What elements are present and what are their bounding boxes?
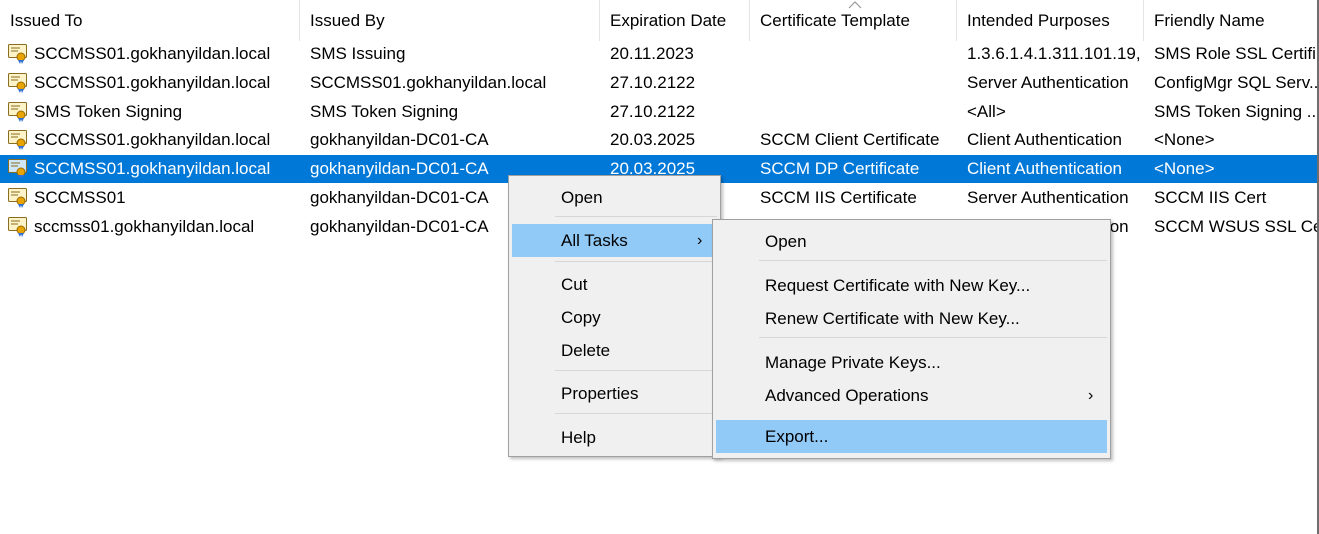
cell-intended-purposes: <All> xyxy=(967,102,1006,121)
submenu-item-open[interactable]: Open xyxy=(716,225,1107,258)
submenu-item-manage-private-keys[interactable]: Manage Private Keys... xyxy=(716,346,1107,379)
context-menu: Open All Tasks › Cut Copy Delete Propert… xyxy=(508,175,721,457)
chevron-right-icon: › xyxy=(697,232,703,249)
cell-expiration-date: 20.11.2023 xyxy=(610,44,694,63)
cell-issued-by: gokhanyildan-DC01-CA xyxy=(310,130,489,149)
certificate-icon xyxy=(8,159,27,179)
menu-item-cut[interactable]: Cut xyxy=(512,268,717,301)
cell-certificate-template xyxy=(760,69,957,97)
menu-item-help[interactable]: Help xyxy=(512,421,717,454)
cell-friendly-name: <None> xyxy=(1154,159,1215,178)
menu-item-open[interactable]: Open xyxy=(512,181,717,214)
cell-issued-to: SCCMSS01.gokhanyildan.local xyxy=(34,159,271,178)
cell-issued-by: SCCMSS01.gokhanyildan.local xyxy=(310,73,547,92)
menu-item-properties[interactable]: Properties xyxy=(512,377,717,410)
menu-separator xyxy=(555,370,717,371)
menu-item-delete[interactable]: Delete xyxy=(512,334,717,367)
menu-separator xyxy=(555,413,717,414)
cell-friendly-name: SMS Token Signing ... xyxy=(1154,102,1317,121)
submenu-item-request-certificate-new-key[interactable]: Request Certificate with New Key... xyxy=(716,269,1107,302)
cell-issued-to: SCCMSS01 xyxy=(34,188,126,207)
cell-certificate-template: SCCM IIS Certificate xyxy=(760,188,917,207)
cell-friendly-name: SCCM WSUS SSL Cer... xyxy=(1154,217,1317,236)
column-header-issued-by[interactable]: Issued By xyxy=(300,0,600,41)
cell-intended-purposes: Server Authentication xyxy=(967,73,1129,92)
certificate-icon xyxy=(8,217,27,237)
menu-separator xyxy=(759,337,1107,338)
chevron-right-icon: › xyxy=(1088,387,1094,404)
menu-item-copy[interactable]: Copy xyxy=(512,301,717,334)
cell-friendly-name: <None> xyxy=(1154,130,1215,149)
submenu-item-export[interactable]: Export... xyxy=(716,420,1107,453)
cell-certificate-template: SCCM Client Certificate xyxy=(760,130,940,149)
cell-intended-purposes: 1.3.6.1.4.1.311.101.19, ... xyxy=(967,44,1144,63)
submenu-item-renew-certificate-new-key[interactable]: Renew Certificate with New Key... xyxy=(716,302,1107,335)
cell-expiration-date: 20.03.2025 xyxy=(610,130,696,149)
certificate-icon xyxy=(8,130,27,150)
cell-friendly-name: ConfigMgr SQL Serv... xyxy=(1154,73,1317,92)
cell-issued-to: SCCMSS01.gokhanyildan.local xyxy=(34,73,271,92)
column-header-bar: Issued To Issued By Expiration Date Cert… xyxy=(0,0,1317,41)
certificate-icon xyxy=(8,102,27,122)
submenu-item-advanced-operations-label: Advanced Operations xyxy=(765,386,929,405)
cell-certificate-template xyxy=(760,98,957,126)
column-header-friendly-name[interactable]: Friendly Name xyxy=(1144,0,1317,41)
column-header-intended-purposes[interactable]: Intended Purposes xyxy=(957,0,1144,41)
table-row[interactable]: SCCMSS01.gokhanyildan.local SMS Issuing 20… xyxy=(0,40,1317,68)
certificate-icon xyxy=(8,188,27,208)
sort-up-arrow-icon xyxy=(848,1,862,9)
menu-separator xyxy=(759,260,1107,261)
cell-issued-to: SCCMSS01.gokhanyildan.local xyxy=(34,44,271,63)
column-header-expiration-date[interactable]: Expiration Date xyxy=(600,0,750,41)
cell-intended-purposes: Client Authentication xyxy=(967,130,1122,149)
menu-item-all-tasks-label: All Tasks xyxy=(561,231,628,250)
table-row[interactable]: SCCMSS01.gokhanyildan.local gokhanyildan-… xyxy=(0,126,1317,154)
cell-certificate-template: SCCM DP Certificate xyxy=(760,159,920,178)
column-header-issued-to[interactable]: Issued To xyxy=(0,0,300,41)
cell-intended-purposes: Server Authentication xyxy=(967,188,1129,207)
cell-issued-by: SMS Token Signing xyxy=(310,102,459,121)
menu-item-all-tasks[interactable]: All Tasks › xyxy=(512,224,717,257)
certificate-icon xyxy=(8,44,27,64)
cell-expiration-date: 27.10.2122 xyxy=(610,73,696,92)
cell-issued-by: SMS Issuing xyxy=(310,44,406,63)
submenu-item-advanced-operations[interactable]: Advanced Operations › xyxy=(716,379,1107,412)
certificate-icon xyxy=(8,73,27,93)
cell-issued-to: SCCMSS01.gokhanyildan.local xyxy=(34,130,271,149)
all-tasks-submenu: Open Request Certificate with New Key...… xyxy=(712,219,1111,459)
table-row[interactable]: SMS Token Signing SMS Token Signing 27.10.… xyxy=(0,98,1317,126)
cell-intended-purposes: Client Authentication xyxy=(967,159,1122,178)
menu-separator xyxy=(555,216,717,217)
cell-friendly-name: SCCM IIS Cert xyxy=(1154,188,1267,207)
cell-issued-to: SMS Token Signing xyxy=(34,102,183,121)
cell-friendly-name: SMS Role SSL Certifi... xyxy=(1154,44,1317,63)
cell-certificate-template xyxy=(760,40,957,68)
cell-issued-to: sccmss01.gokhanyildan.local xyxy=(34,217,255,236)
table-row[interactable]: SCCMSS01.gokhanyildan.local SCCMSS01.gokh… xyxy=(0,69,1317,97)
menu-separator xyxy=(555,261,717,262)
cell-expiration-date: 27.10.2122 xyxy=(610,102,696,121)
